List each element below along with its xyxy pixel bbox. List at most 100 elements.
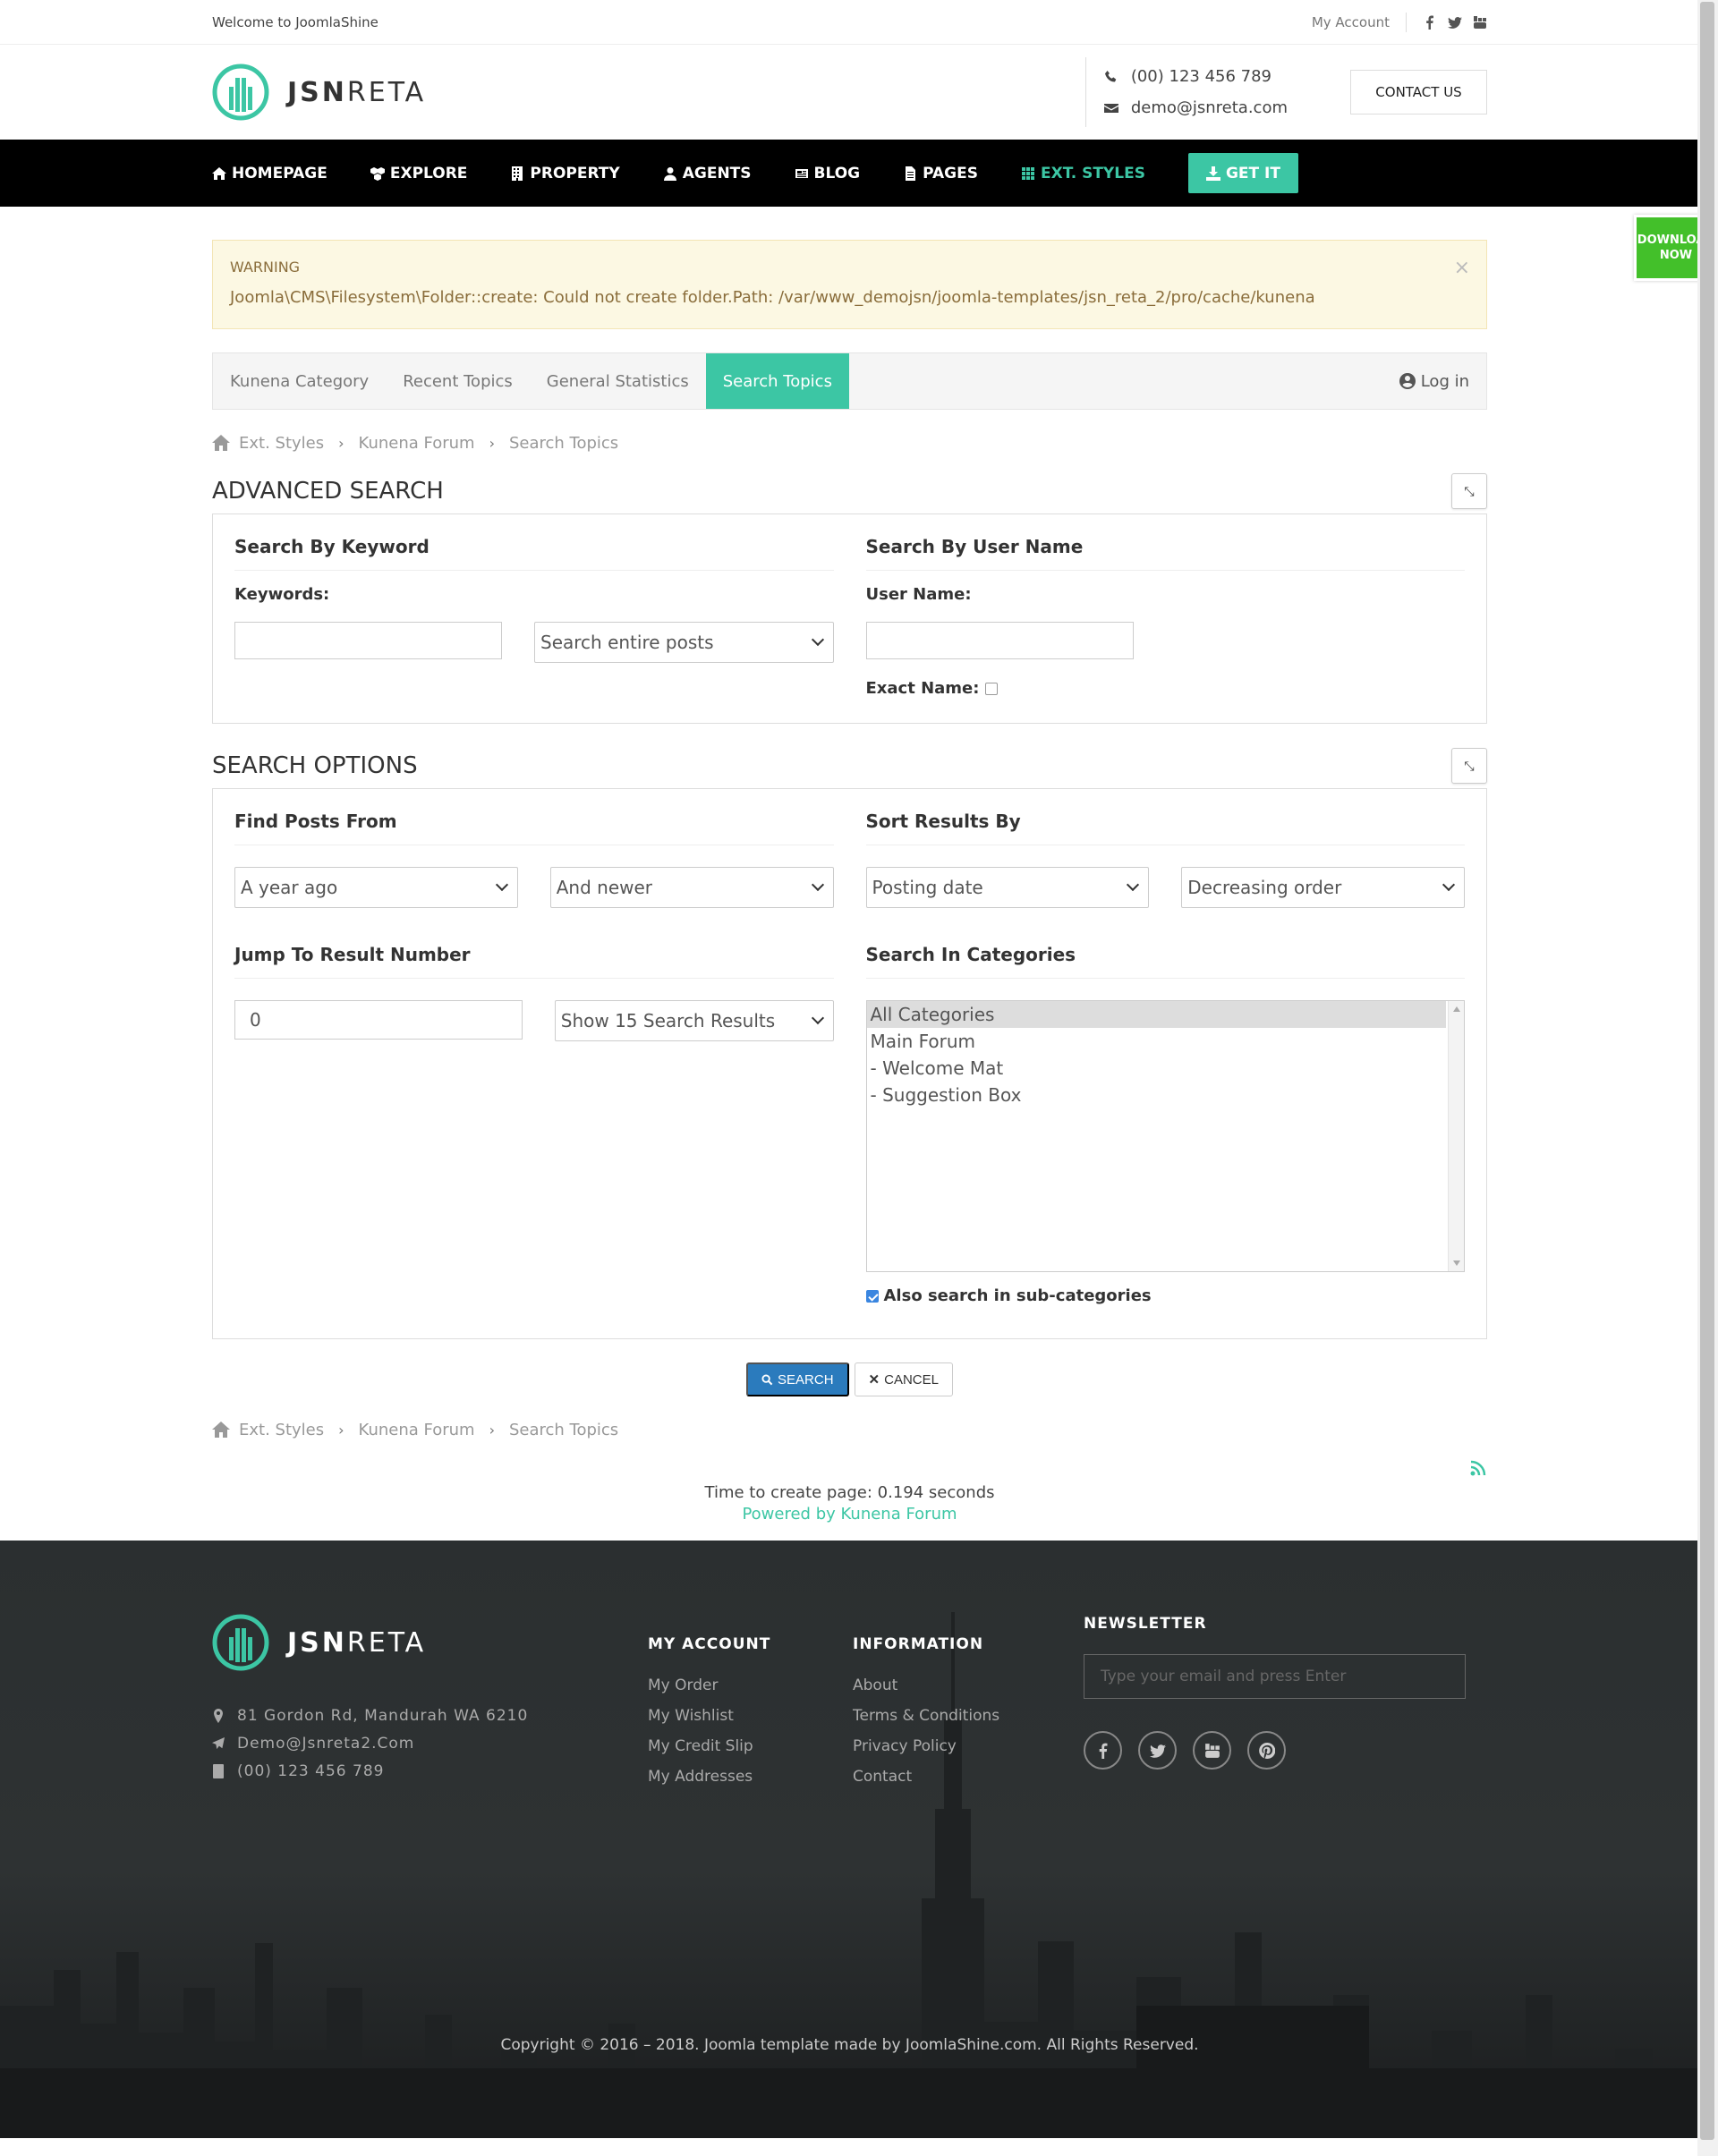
advanced-search-panel: Search By Keyword Keywords: Search entir…	[212, 514, 1487, 724]
footer-social	[1084, 1731, 1466, 1770]
top-bar: Welcome to JoomlaShine My Account	[0, 0, 1718, 45]
show-results-select[interactable]: Show 15 Search Results	[554, 1000, 834, 1041]
compress-icon: ⤡	[1464, 483, 1475, 498]
footer-link-privacy[interactable]: Privacy Policy	[853, 1737, 999, 1768]
page-stats: Time to create page: 0.194 seconds Power…	[212, 1460, 1487, 1525]
search-button[interactable]: SEARCH	[746, 1362, 849, 1396]
main-nav: HOMEPAGE EXPLORE PROPERTY AGENTS BLOG PA…	[0, 140, 1718, 207]
footer-link-about[interactable]: About	[853, 1676, 999, 1707]
home-icon[interactable]	[212, 1422, 230, 1438]
my-account-link[interactable]: My Account	[1312, 14, 1390, 30]
sort-field-select[interactable]: Posting date	[865, 867, 1150, 908]
user-heading: Search By User Name	[865, 536, 1465, 571]
scroll-down-icon[interactable]	[1453, 1260, 1460, 1266]
keyword-heading: Search By Keyword	[234, 536, 834, 571]
breadcrumb-kunena-forum[interactable]: Kunena Forum	[359, 1421, 475, 1439]
tab-kunena-category[interactable]: Kunena Category	[213, 353, 386, 409]
header-email: demo@jsnreta.com	[1130, 98, 1288, 117]
youtube-icon[interactable]	[1473, 15, 1487, 30]
search-options-title: SEARCH OPTIONS	[212, 752, 418, 779]
forum-tabs: Kunena Category Recent Topics General St…	[212, 352, 1487, 410]
keywords-label: Keywords:	[234, 585, 330, 604]
category-option[interactable]: Main Forum	[867, 1028, 1465, 1055]
footer-logo[interactable]: JSNRETA	[212, 1614, 426, 1671]
tab-general-statistics[interactable]: General Statistics	[530, 353, 706, 409]
sort-order-select[interactable]: Decreasing order	[1181, 867, 1465, 908]
envelope-icon	[1103, 103, 1118, 113]
logo-icon	[212, 1614, 269, 1671]
footer-link-contact[interactable]: Contact	[853, 1768, 999, 1798]
category-option[interactable]: - Suggestion Box	[867, 1082, 1465, 1108]
nav-ext-styles[interactable]: EXT. STYLES	[1021, 165, 1145, 182]
footer-link-my-order[interactable]: My Order	[648, 1676, 770, 1707]
divider	[1406, 13, 1407, 32]
chevron-down-icon	[811, 878, 824, 892]
rss-icon[interactable]	[1469, 1459, 1487, 1477]
building-icon	[512, 166, 523, 181]
login-link[interactable]: Log in	[1399, 353, 1486, 409]
close-icon[interactable]: ×	[1454, 257, 1470, 279]
footer-link-my-wishlist[interactable]: My Wishlist	[648, 1707, 770, 1737]
footer-link-my-addresses[interactable]: My Addresses	[648, 1768, 770, 1798]
footer-link-terms[interactable]: Terms & Conditions	[853, 1707, 999, 1737]
form-buttons: SEARCH ✕ CANCEL	[212, 1362, 1487, 1396]
download-icon	[1205, 166, 1220, 181]
collapse-search-options-button[interactable]: ⤡	[1451, 748, 1487, 784]
pinterest-icon[interactable]	[1247, 1731, 1286, 1770]
breadcrumb-kunena-forum[interactable]: Kunena Forum	[359, 434, 475, 453]
grid-icon	[1021, 166, 1034, 180]
subcategories-checkbox[interactable]	[865, 1289, 879, 1303]
twitter-icon[interactable]	[1138, 1731, 1177, 1770]
breadcrumb-current: Search Topics	[508, 433, 619, 453]
tab-recent-topics[interactable]: Recent Topics	[386, 353, 530, 409]
nav-blog[interactable]: BLOG	[795, 165, 860, 182]
chevron-right-icon: ›	[489, 434, 495, 452]
get-it-button[interactable]: GET IT	[1187, 153, 1298, 193]
site-logo[interactable]: JSNRETA	[212, 64, 426, 121]
nav-property[interactable]: PROPERTY	[510, 165, 620, 182]
newsletter-email-input[interactable]: Type your email and press Enter	[1084, 1654, 1466, 1699]
tab-search-topics[interactable]: Search Topics	[705, 353, 849, 409]
category-option[interactable]: All Categories	[866, 1001, 1446, 1028]
home-icon	[212, 166, 226, 180]
youtube-icon[interactable]	[1193, 1731, 1231, 1770]
user-name-label: User Name:	[865, 585, 972, 604]
search-options-panel: Find Posts From A year ago And newer Jum…	[212, 788, 1487, 1339]
posts-from-select[interactable]: A year ago	[234, 867, 518, 908]
nav-homepage[interactable]: HOMEPAGE	[212, 165, 327, 182]
jump-to-input[interactable]: 0	[234, 1000, 523, 1040]
breadcrumb-ext-styles[interactable]: Ext. Styles	[239, 1421, 324, 1439]
footer-link-my-credit-slip[interactable]: My Credit Slip	[648, 1737, 770, 1768]
page-scrollbar[interactable]	[1697, 0, 1718, 2156]
footer-address: 81 Gordon Rd, Mandurah WA 6210	[237, 1706, 529, 1725]
logo-text: JSNRETA	[287, 76, 427, 108]
facebook-icon[interactable]	[1084, 1731, 1122, 1770]
nav-pages[interactable]: PAGES	[903, 165, 978, 182]
phone-icon	[213, 1763, 224, 1778]
facebook-icon[interactable]	[1423, 15, 1437, 30]
keywords-input[interactable]	[234, 622, 502, 659]
keyword-scope-select[interactable]: Search entire posts	[534, 622, 834, 663]
nav-explore[interactable]: EXPLORE	[370, 165, 467, 182]
footer-contact: 81 Gordon Rd, Mandurah WA 6210 Demo@Jsnr…	[212, 1702, 528, 1785]
scrollbar-thumb[interactable]	[1700, 2, 1714, 2140]
scroll-up-icon[interactable]	[1453, 1006, 1460, 1012]
home-icon[interactable]	[212, 435, 230, 451]
warning-alert: WARNING Joomla\CMS\Filesystem\Folder::cr…	[212, 240, 1487, 329]
category-option[interactable]: - Welcome Mat	[867, 1055, 1465, 1082]
exact-name-checkbox[interactable]	[984, 683, 998, 695]
listbox-scrollbar[interactable]	[1448, 1001, 1464, 1271]
categories-listbox[interactable]: All Categories Main Forum - Welcome Mat …	[865, 1000, 1465, 1272]
nav-agents[interactable]: AGENTS	[663, 165, 752, 182]
breadcrumb-ext-styles[interactable]: Ext. Styles	[239, 434, 324, 453]
twitter-icon[interactable]	[1448, 15, 1462, 30]
sort-heading: Sort Results By	[865, 811, 1465, 845]
breadcrumb-current: Search Topics	[508, 1420, 619, 1439]
contact-us-button[interactable]: CONTACT US	[1350, 70, 1487, 115]
file-icon	[906, 166, 916, 181]
user-name-input[interactable]	[865, 622, 1134, 659]
cancel-button[interactable]: ✕ CANCEL	[854, 1362, 953, 1396]
posts-direction-select[interactable]: And newer	[549, 867, 834, 908]
powered-by-link[interactable]: Powered by Kunena Forum	[742, 1505, 957, 1524]
collapse-advanced-search-button[interactable]: ⤡	[1451, 473, 1487, 509]
